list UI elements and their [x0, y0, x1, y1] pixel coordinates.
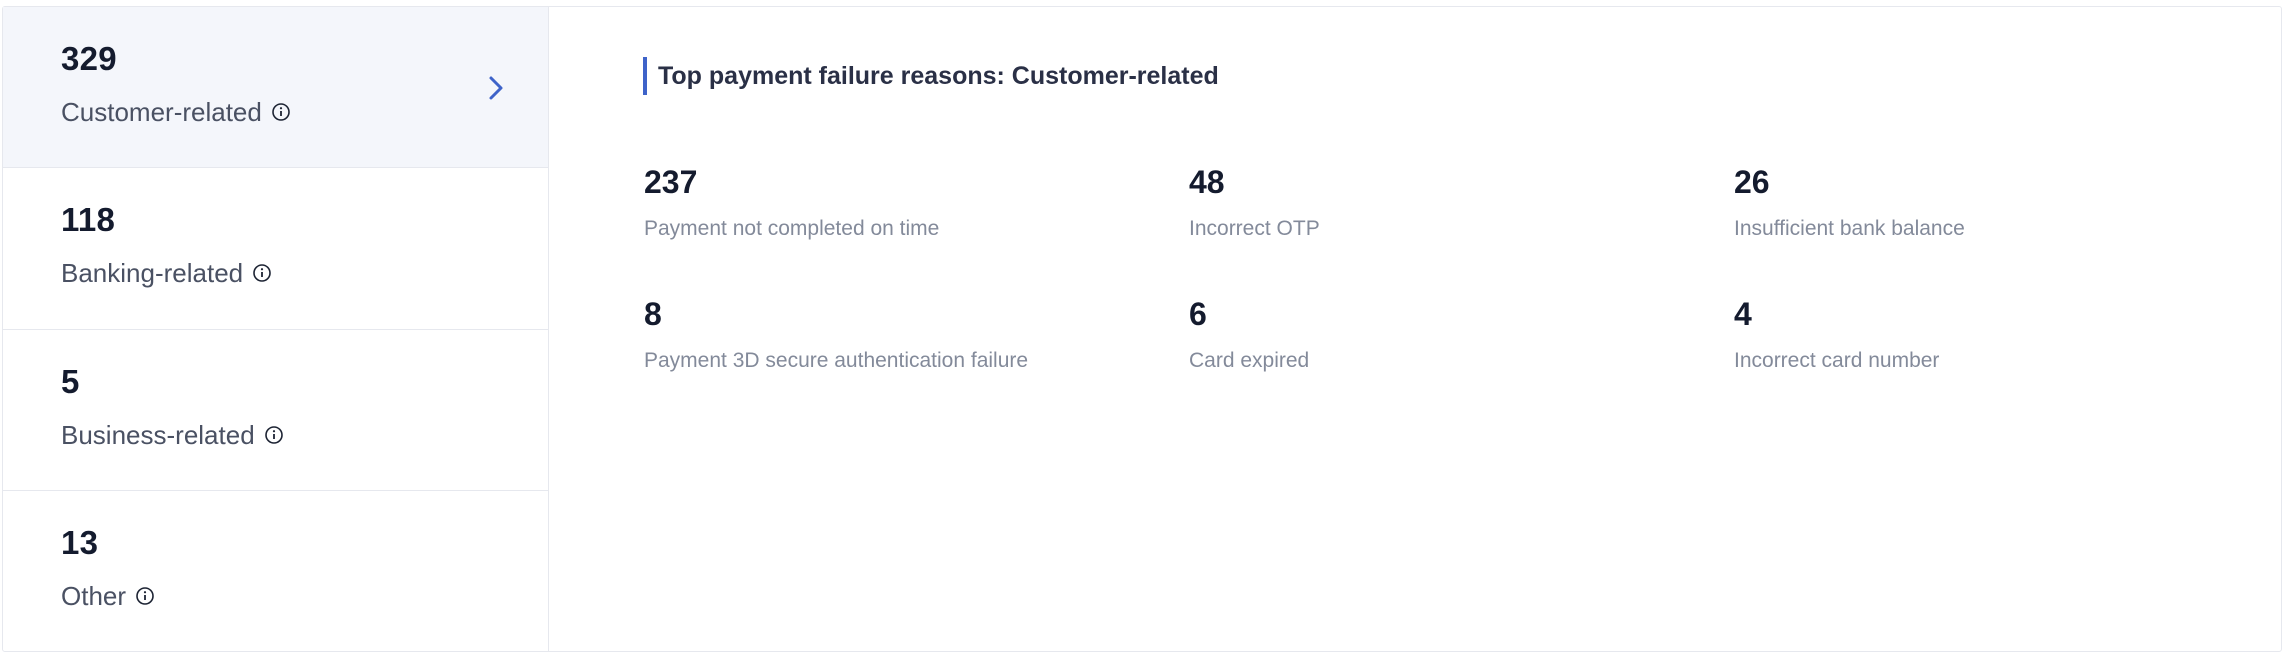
- info-icon[interactable]: [252, 263, 272, 283]
- panel-title: Top payment failure reasons: Customer-re…: [643, 57, 1219, 95]
- reason-label: Card expired: [1189, 349, 1310, 372]
- reason-count: 6: [1189, 296, 1207, 332]
- category-label-row: Customer-related: [61, 95, 548, 129]
- category-label-row: Banking-related: [61, 256, 548, 290]
- category-count: 118: [61, 201, 116, 239]
- reason-label: Incorrect card number: [1734, 349, 1940, 372]
- reason-item: 237 Payment not completed on time: [644, 162, 1189, 244]
- info-icon[interactable]: [264, 425, 284, 445]
- reasons-grid: 237 Payment not completed on time 48 Inc…: [644, 162, 2279, 376]
- category-label-row: Business-related: [61, 418, 548, 452]
- failure-reasons-card: 329 Customer-related 118 Banking-related: [2, 6, 2282, 652]
- category-label: Customer-related: [61, 97, 262, 127]
- category-count: 5: [61, 362, 80, 400]
- category-label-row: Other: [61, 579, 548, 613]
- reason-item: 4 Incorrect card number: [1734, 294, 2279, 376]
- reason-count: 237: [644, 164, 698, 200]
- chevron-right-icon: [484, 73, 508, 103]
- reason-count: 48: [1189, 164, 1225, 200]
- category-customer-related[interactable]: 329 Customer-related: [3, 7, 548, 169]
- category-other[interactable]: 13 Other: [3, 491, 548, 651]
- reason-count: 8: [644, 296, 662, 332]
- category-label: Business-related: [61, 419, 255, 450]
- category-banking-related[interactable]: 118 Banking-related: [3, 168, 548, 330]
- info-icon[interactable]: [135, 586, 155, 606]
- reason-label: Incorrect OTP: [1189, 217, 1320, 240]
- category-label: Other: [61, 580, 127, 611]
- category-count: 13: [61, 523, 99, 561]
- category-count: 329: [61, 40, 117, 77]
- category-business-related[interactable]: 5 Business-related: [3, 330, 548, 491]
- category-sidebar: 329 Customer-related 118 Banking-related: [3, 7, 549, 651]
- reason-item: 26 Insufficient bank balance: [1734, 162, 2279, 244]
- reasons-panel: Top payment failure reasons: Customer-re…: [549, 7, 2281, 651]
- reason-item: 6 Card expired: [1189, 294, 1734, 376]
- reason-item: 48 Incorrect OTP: [1189, 162, 1734, 244]
- reason-label: Payment not completed on time: [644, 217, 940, 240]
- reason-count: 4: [1734, 296, 1752, 332]
- reason-count: 26: [1734, 164, 1770, 200]
- reason-item: 8 Payment 3D secure authentication failu…: [644, 294, 1189, 376]
- reason-label: Insufficient bank balance: [1734, 217, 1965, 240]
- category-label: Banking-related: [61, 258, 244, 289]
- info-icon[interactable]: [271, 102, 291, 122]
- reason-label: Payment 3D secure authentication failure: [644, 349, 1029, 372]
